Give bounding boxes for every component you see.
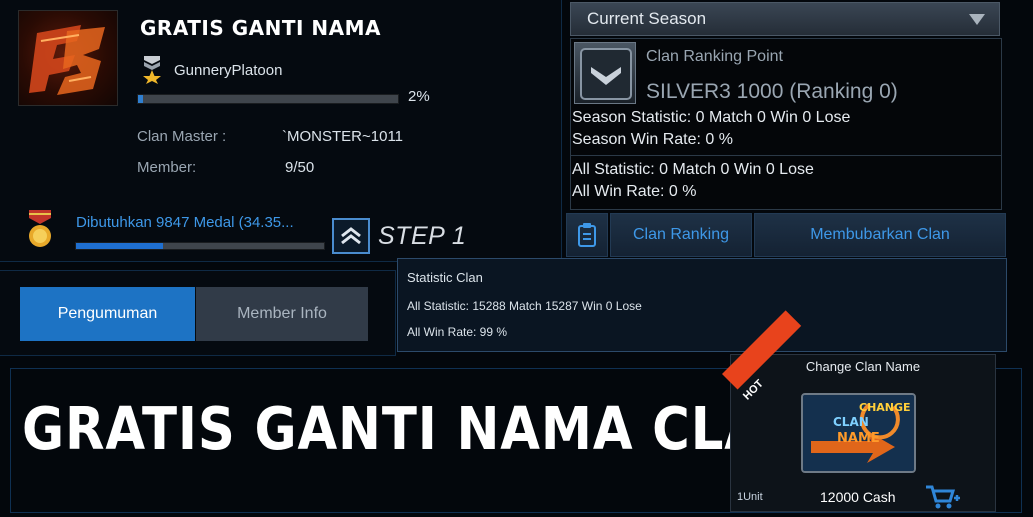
item-image-text-clan: CLAN (833, 415, 869, 429)
member-count-label: Member: (137, 159, 197, 176)
rank-badge-icon (574, 42, 636, 104)
season-select-value: Current Season (587, 9, 707, 28)
tooltip-title: Statistic Clan (407, 270, 483, 285)
clan-rank-name: GunneryPlatoon (174, 62, 283, 79)
tab-announcement[interactable]: Pengumuman (20, 287, 195, 341)
clan-emblem-icon (18, 10, 118, 106)
ranking-point-label: Clan Ranking Point (646, 48, 783, 65)
tab-member-info[interactable]: Member Info (196, 287, 368, 341)
clan-action-bar: Clan Ranking Membubarkan Clan (566, 213, 1006, 257)
tooltip-all-statistic: All Statistic: 15288 Match 15287 Win 0 L… (407, 299, 642, 313)
chevron-up-icon (341, 227, 361, 245)
clan-notes-button[interactable] (566, 213, 608, 257)
item-price: 12000 Cash (820, 489, 896, 505)
medal-progress-bar (75, 242, 325, 250)
promo-banner-text: GRATIS GANTI NAMA CLAN (22, 394, 809, 463)
step-annotation: STEP 1 (378, 222, 467, 250)
clan-master-value: `MONSTER~1011 (282, 128, 404, 145)
clan-upgrade-button[interactable] (332, 218, 370, 254)
medal-progress-fill (76, 243, 163, 249)
change-clan-name-item-image: CHANGE CLAN NAME (801, 393, 916, 473)
clan-exp-progress-bar (137, 94, 399, 104)
clan-exp-percent: 2% (408, 88, 430, 105)
chevron-down-icon (969, 14, 985, 25)
add-to-cart-icon[interactable] (924, 484, 960, 510)
season-divider (570, 155, 1002, 156)
ranking-point-value: SILVER3 1000 (Ranking 0) (646, 80, 898, 103)
tooltip-all-win-rate: All Win Rate: 99 % (407, 325, 508, 339)
season-win-rate: Season Win Rate: 0 % (572, 131, 733, 148)
clan-name-title: GRATIS GANTI NAMA (140, 16, 381, 40)
medal-icon (25, 210, 55, 250)
clipboard-icon (578, 223, 596, 247)
clan-exp-progress-fill (138, 95, 144, 103)
rank-insignia-icon (140, 54, 164, 84)
all-win-rate: All Win Rate: 0 % (572, 183, 697, 200)
season-statistic: Season Statistic: 0 Match 0 Win 0 Lose (572, 109, 851, 126)
all-statistic: All Statistic: 0 Match 0 Win 0 Lose (572, 161, 814, 178)
member-count-value: 9/50 (285, 159, 315, 176)
clan-master-label: Clan Master : (137, 128, 227, 145)
clan-statistic-tooltip: Statistic Clan All Statistic: 15288 Matc… (397, 258, 1007, 352)
item-unit-label: 1Unit (737, 491, 763, 503)
clan-ranking-button[interactable]: Clan Ranking (610, 213, 752, 257)
item-image-text-name: NAME (837, 431, 880, 446)
item-image-text-change: CHANGE (859, 401, 911, 414)
season-select[interactable]: Current Season (570, 2, 1000, 36)
dissolve-clan-button[interactable]: Membubarkan Clan (754, 213, 1006, 257)
medal-requirement-text: Dibutuhkan 9847 Medal (34.35... (76, 214, 294, 231)
shop-item-title: Change Clan Name (805, 359, 921, 374)
